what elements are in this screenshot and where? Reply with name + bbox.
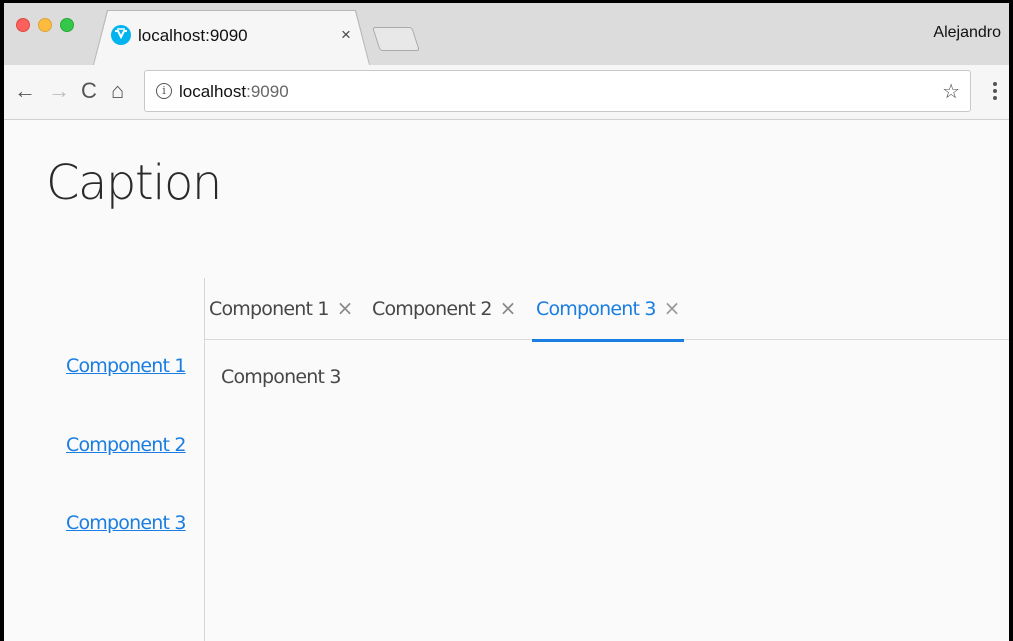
reload-icon[interactable]: C bbox=[81, 79, 97, 103]
sidebar-link-component-1[interactable]: Component 1 bbox=[66, 355, 186, 377]
tab-title: localhost:9090 bbox=[138, 26, 248, 45]
tab-label: Component 1 bbox=[209, 298, 329, 320]
tab-close-icon[interactable]: × bbox=[341, 26, 351, 44]
back-arrow-icon[interactable]: ← bbox=[14, 79, 36, 103]
bookmark-star-icon[interactable]: ☆ bbox=[942, 79, 960, 104]
tab-label: Component 3 bbox=[536, 298, 656, 320]
browser-window: localhost:9090 × Alejandro ← → C ⌂ i loc… bbox=[4, 3, 1009, 641]
tab-content: Component 3 bbox=[221, 366, 341, 388]
maximize-window-button[interactable] bbox=[60, 18, 74, 32]
tabsheet-tab-bar: Component 1 × Component 2 × Component 3 × bbox=[205, 278, 1009, 342]
kebab-menu-icon[interactable] bbox=[993, 82, 997, 104]
url-host: localhost bbox=[179, 82, 247, 101]
selected-tab-indicator bbox=[532, 339, 684, 342]
tab-component-1[interactable]: Component 1 × bbox=[209, 296, 353, 340]
tab-close-icon[interactable]: × bbox=[500, 296, 517, 320]
tab-component-3[interactable]: Component 3 × bbox=[532, 296, 684, 342]
sidebar-link-component-2[interactable]: Component 2 bbox=[66, 434, 186, 456]
page-content: Caption Component 1 Component 2 Componen… bbox=[4, 121, 1009, 641]
tabsheet: Component 1 × Component 2 × Component 3 × C… bbox=[205, 278, 1009, 641]
url-text: localhost:9090 bbox=[179, 82, 289, 102]
minimize-window-button[interactable] bbox=[38, 18, 52, 32]
tab-close-icon[interactable]: × bbox=[337, 296, 354, 320]
close-window-button[interactable] bbox=[16, 18, 30, 32]
url-port: :9090 bbox=[246, 82, 289, 101]
address-bar[interactable]: i localhost:9090 ☆ bbox=[144, 70, 971, 112]
home-icon[interactable]: ⌂ bbox=[111, 79, 124, 103]
tab-strip: localhost:9090 × Alejandro bbox=[4, 3, 1009, 65]
sidebar-link-component-3[interactable]: Component 3 bbox=[66, 512, 186, 534]
info-icon[interactable]: i bbox=[156, 83, 172, 99]
browser-toolbar: ← → C ⌂ i localhost:9090 ☆ bbox=[4, 65, 1009, 120]
sidebar: Component 1 Component 2 Component 3 bbox=[4, 121, 206, 641]
vaadin-logo-icon bbox=[111, 25, 131, 45]
tab-component-2[interactable]: Component 2 × bbox=[372, 296, 516, 340]
profile-name[interactable]: Alejandro bbox=[933, 24, 1001, 42]
new-tab-button[interactable] bbox=[372, 27, 420, 51]
tab-label: Component 2 bbox=[372, 298, 492, 320]
forward-arrow-icon[interactable]: → bbox=[48, 79, 70, 103]
tab-close-icon[interactable]: × bbox=[664, 296, 681, 320]
